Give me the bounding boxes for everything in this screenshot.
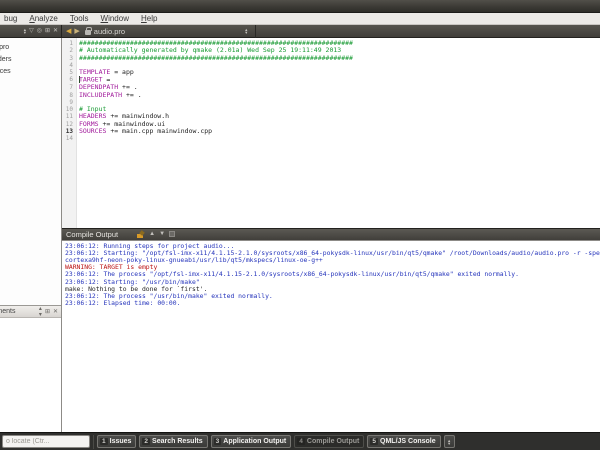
compile-output-title: Compile Output — [66, 230, 118, 239]
menu-item-analyze[interactable]: Analyze — [23, 14, 63, 23]
output-line: 23:06:12: Starting: "/usr/bin/make" — [65, 279, 600, 286]
tree-item-audio-pro[interactable]: audio.pro — [0, 42, 61, 54]
output-pane-button-qml-js-console[interactable]: 5QML/JS Console — [367, 435, 440, 448]
filter-icon[interactable]: ▽ — [29, 28, 34, 34]
output-pane-arrows-button[interactable]: ▴▾ — [444, 435, 455, 448]
output-line: WARNING: TARGET is empty — [65, 264, 600, 271]
previous-item-icon[interactable]: ▲ — [149, 231, 155, 237]
output-line: 23:06:12: Elapsed time: 00:00. — [65, 300, 600, 307]
code-text — [75, 135, 83, 142]
close-sidebar-icon[interactable]: ✕ — [53, 28, 58, 34]
sync-with-editor-icon[interactable]: ◎ — [37, 28, 42, 34]
document-dropdown-icon[interactable]: ▴▾ — [245, 28, 247, 34]
pane-split-icon[interactable]: ⊞ — [45, 309, 50, 315]
pane-selector-icon[interactable]: ▴▾ — [39, 306, 42, 318]
code-line: 8INCLUDEPATH += . — [62, 92, 600, 99]
line-number: 1 — [62, 40, 75, 47]
menu-item-bug[interactable]: bug — [0, 14, 23, 23]
output-pane-button-issues[interactable]: 1Issues — [97, 435, 136, 448]
menu-item-tools[interactable]: Tools — [64, 14, 95, 23]
output-pane-button-compile-output[interactable]: 4Compile Output — [294, 435, 364, 448]
line-number: 11 — [62, 113, 75, 120]
line-number: 5 — [62, 69, 75, 76]
menu-item-window[interactable]: Window — [95, 14, 135, 23]
qt-creator-window: bugAnalyzeToolsWindowHelp ▴▾ ▽ ◎ ⊞ ✕ ◀ ▶… — [0, 0, 600, 450]
code-text: SOURCES += main.cpp mainwindow.cpp — [75, 128, 212, 135]
line-number: 13 — [62, 128, 75, 135]
split-icon[interactable]: ⊞ — [45, 28, 50, 34]
toolbar-separator — [255, 25, 256, 38]
output-line: 23:06:12: Running steps for project audi… — [65, 243, 600, 250]
line-number: 10 — [62, 106, 75, 113]
lock-icon — [85, 30, 91, 35]
code-line: 7DEPENDPATH += . — [62, 84, 600, 91]
left-sidebar: audio.proHeadersSources Open Documents ▴… — [0, 38, 62, 432]
tree-item-headers[interactable]: Headers — [0, 54, 61, 66]
project-tree: audio.proHeadersSources — [0, 38, 61, 305]
menubar: bugAnalyzeToolsWindowHelp — [0, 13, 600, 25]
code-line: 14 — [62, 135, 600, 142]
menu-item-help[interactable]: Help — [135, 14, 163, 23]
code-lines: 1 #######################################… — [62, 38, 600, 143]
line-number: 12 — [62, 121, 75, 128]
editor-column: 1 #######################################… — [62, 38, 600, 432]
output-line: 23:06:12: The process "/usr/bin/make" ex… — [65, 293, 600, 300]
window-title-panel — [0, 0, 600, 13]
locate-input[interactable] — [2, 435, 90, 448]
next-item-icon[interactable]: ▼ — [159, 231, 165, 237]
pane-close-icon[interactable]: ✕ — [53, 309, 58, 315]
code-editor[interactable]: 1 #######################################… — [62, 38, 600, 228]
line-number: 4 — [62, 62, 75, 69]
line-number: 3 — [62, 55, 75, 62]
open-documents-title: Open Documents — [3, 308, 15, 315]
line-number: 2 — [62, 47, 75, 54]
compile-output-header: Compile Output ▲ ▼ — [62, 228, 600, 241]
code-line: 9 — [62, 99, 600, 106]
code-line: 4 — [62, 62, 600, 69]
code-line: 6TARGET = — [62, 76, 600, 84]
open-document-title[interactable]: audio.pro — [94, 27, 125, 36]
go-forward-icon[interactable]: ▶ — [74, 28, 79, 35]
code-text: INCLUDEPATH += . — [75, 92, 142, 99]
output-line: make: Nothing to be done for `first'. — [65, 286, 600, 293]
bottom-bar-separator — [93, 435, 94, 449]
go-back-icon[interactable]: ◀ — [66, 28, 71, 35]
line-number: 14 — [62, 135, 75, 142]
output-pane-button-search-results[interactable]: 2Search Results — [139, 435, 207, 448]
clear-output-icon[interactable] — [136, 230, 145, 239]
main-area: audio.proHeadersSources Open Documents ▴… — [0, 38, 600, 432]
line-number: 7 — [62, 84, 75, 91]
maximize-pane-icon[interactable] — [169, 231, 175, 237]
open-documents-list[interactable] — [0, 318, 61, 432]
editor-toolbar: ◀ ▶ audio.pro ▴▾ — [62, 25, 600, 37]
code-line: 13SOURCES += main.cpp mainwindow.cpp — [62, 128, 600, 135]
open-documents-pane-header: Open Documents ▴▾ ⊞ ✕ — [0, 305, 61, 318]
compile-output-body[interactable]: 23:06:12: Running steps for project audi… — [62, 241, 600, 433]
output-line: 23:06:12: The process "/opt/fsl-imx-x11/… — [65, 271, 600, 278]
output-pane-button-application-output[interactable]: 3Application Output — [211, 435, 292, 448]
toolbar-row: ▴▾ ▽ ◎ ⊞ ✕ ◀ ▶ audio.pro ▴▾ — [0, 25, 600, 38]
output-line: cortexa9hf-neon-poky-linux-gnueabi/usr/l… — [65, 257, 600, 264]
line-number: 8 — [62, 92, 75, 99]
sidebar-pane-selector-icon[interactable]: ▴▾ — [24, 28, 26, 34]
bottom-bar: 1Issues2Search Results 3Application Outpu… — [0, 432, 600, 450]
code-line: 5TEMPLATE = app — [62, 69, 600, 76]
code-text: ########################################… — [75, 55, 353, 62]
code-line: 3#######################################… — [62, 55, 600, 62]
tree-item-sources[interactable]: Sources — [0, 66, 61, 78]
line-number: 9 — [62, 99, 75, 106]
output-line: 23:06:12: Starting: "/opt/fsl-imx-x11/4.… — [65, 250, 600, 257]
sidebar-header: ▴▾ ▽ ◎ ⊞ ✕ — [0, 25, 62, 37]
line-number: 6 — [62, 76, 75, 84]
